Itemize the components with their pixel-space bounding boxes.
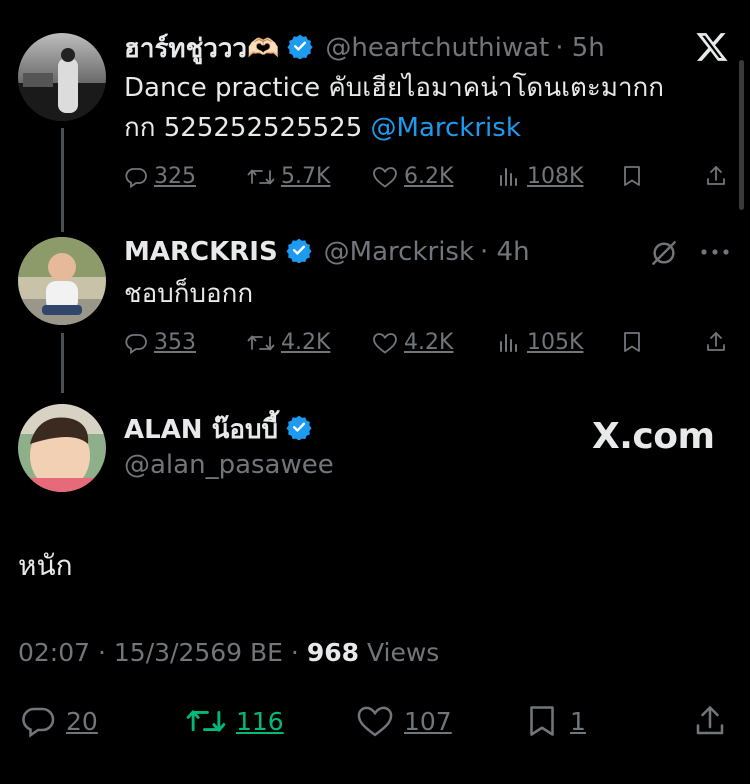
bookmark-button[interactable] <box>620 330 644 354</box>
main-header: ALAN น๊อบบี้ <box>124 410 312 448</box>
bookmark-icon <box>530 706 554 736</box>
repost-button[interactable]: 5.7K <box>247 164 330 189</box>
views-button[interactable]: 108K <box>497 164 583 189</box>
main-views-label: Views <box>359 638 440 667</box>
main-timestamp[interactable]: 02:07 · 15/3/2569 BE · <box>18 638 307 667</box>
avatar-heartchuthiwat[interactable] <box>18 33 106 121</box>
more-icon[interactable] <box>698 242 732 262</box>
main-bookmark-count: 1 <box>570 706 586 736</box>
verified-icon <box>286 414 312 444</box>
repost-button[interactable]: 4.2K <box>247 330 330 355</box>
like-icon <box>373 332 397 354</box>
like-button[interactable]: 4.2K <box>372 330 453 355</box>
reply-icon <box>125 167 147 188</box>
avatar-marckrisk[interactable] <box>18 237 106 325</box>
verified-icon <box>286 237 312 267</box>
tweet1-header: ฮาร์ทชู่ววว🫶🏻 @heartchuthiwat · 5h <box>124 30 605 66</box>
like-count: 4.2K <box>404 330 454 355</box>
repost-count: 5.7K <box>281 164 331 189</box>
share-button[interactable] <box>704 330 728 354</box>
like-count: 6.2K <box>404 164 454 189</box>
reply-count: 325 <box>154 164 196 189</box>
repost-icon <box>186 710 226 732</box>
tweet2-header: MARCKRIS @Marckrisk · 4h <box>124 234 530 270</box>
main-handle[interactable]: @alan_pasawee <box>124 450 334 480</box>
share-icon <box>696 706 724 735</box>
like-button[interactable]: 6.2K <box>372 164 453 189</box>
views-count: 108K <box>527 164 584 189</box>
like-icon <box>357 706 393 737</box>
x-com-watermark: X.com <box>592 416 715 457</box>
repost-count: 4.2K <box>281 330 331 355</box>
views-icon <box>500 167 517 186</box>
tweet1-text: Dance practice คับเฮียไอมาคน่าโดนเตะมากก… <box>124 68 724 148</box>
scrollbar[interactable] <box>739 60 744 210</box>
tweet1-time[interactable]: · 5h <box>555 33 605 63</box>
main-views-count: 968 <box>306 638 359 667</box>
main-text: หนัก <box>18 549 73 582</box>
reply-button[interactable]: 353 <box>124 330 196 355</box>
thread-line-2 <box>61 333 64 393</box>
main-author-name[interactable]: ALAN น๊อบบี้ <box>124 409 278 450</box>
reply-button[interactable]: 325 <box>124 164 196 189</box>
share-icon <box>707 332 725 351</box>
repost-icon <box>247 335 275 350</box>
main-reply-count: 20 <box>66 706 98 736</box>
share-button[interactable] <box>704 164 728 188</box>
avatar-alan-pasawee[interactable] <box>18 404 106 492</box>
main-reply-button[interactable]: 20 <box>20 703 98 739</box>
main-repost-button[interactable]: 116 <box>186 703 284 739</box>
tweet2-time[interactable]: · 4h <box>480 237 530 267</box>
tweet1-mention-link[interactable]: @Marckrisk <box>371 113 521 143</box>
tweet2-author-name[interactable]: MARCKRIS <box>124 237 278 267</box>
tweet1-author-name[interactable]: ฮาร์ทชู่ววว🫶🏻 <box>124 28 279 69</box>
main-like-count: 107 <box>404 706 452 736</box>
share-icon <box>707 166 725 185</box>
bookmark-button[interactable] <box>620 164 644 188</box>
tweet1-text-line1: Dance practice คับเฮียไอมาคน่าโดนเตะมากก <box>124 73 665 103</box>
repost-icon <box>247 169 275 184</box>
like-icon <box>373 166 397 188</box>
main-share-button[interactable] <box>692 703 728 739</box>
tweet1-text-numbers: กก 525252525525 <box>124 113 371 143</box>
tweet1-text-line2: กก 525252525525 @Marckrisk <box>124 108 724 148</box>
tweet2-handle[interactable]: @Marckrisk <box>324 237 474 267</box>
main-bookmark-button[interactable]: 1 <box>524 703 586 739</box>
bookmark-icon <box>624 166 640 186</box>
verified-icon <box>287 33 313 63</box>
thread-line-1 <box>61 128 64 232</box>
grok-icon[interactable] <box>648 237 680 269</box>
views-count: 105K <box>527 330 584 355</box>
views-icon <box>500 333 517 352</box>
bookmark-icon <box>624 332 640 352</box>
reply-icon <box>125 333 147 354</box>
x-logo-icon[interactable] <box>695 30 729 64</box>
main-like-button[interactable]: 107 <box>356 703 452 739</box>
main-repost-count: 116 <box>236 706 284 736</box>
views-button[interactable]: 105K <box>497 330 583 355</box>
main-meta: 02:07 · 15/3/2569 BE · 968 Views <box>18 638 439 667</box>
tweet2-text: ชอบก็บอกก <box>124 279 254 309</box>
reply-icon <box>22 707 55 738</box>
tweet1-handle[interactable]: @heartchuthiwat <box>325 33 549 63</box>
reply-count: 353 <box>154 330 196 355</box>
